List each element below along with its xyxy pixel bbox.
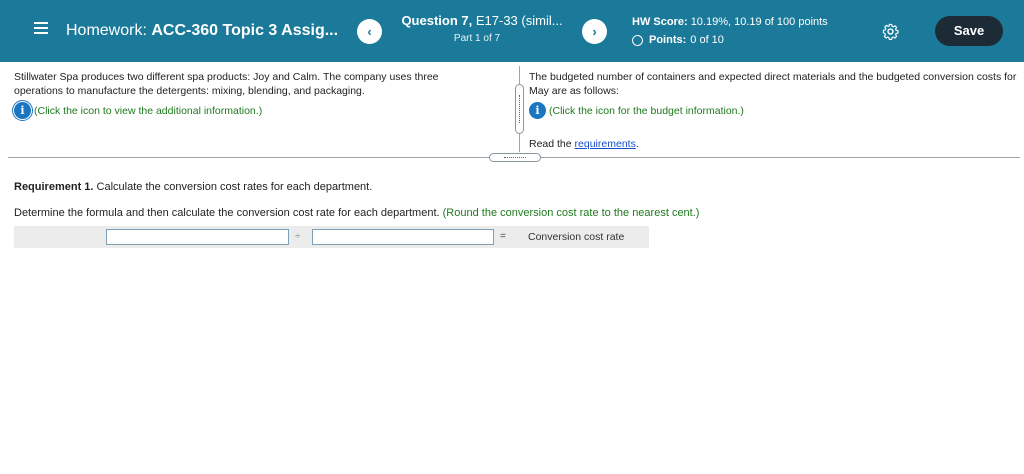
- points-status-icon: [632, 34, 643, 46]
- info-icon[interactable]: i: [12, 100, 33, 121]
- formula-denominator-input[interactable]: [312, 229, 494, 245]
- budget-info-link[interactable]: (Click the icon for the budget informati…: [549, 104, 744, 118]
- homework-name: ACC-360 Topic 3 Assig...: [151, 22, 339, 39]
- requirement-heading: Requirement 1. Calculate the conversion …: [14, 181, 372, 193]
- budget-description: The budgeted number of containers and ex…: [529, 70, 1017, 151]
- budget-info-line: i (Click the icon for the budget informa…: [529, 102, 1017, 119]
- question-name: E17-33 (simil...: [475, 13, 563, 28]
- horizontal-resize-handle[interactable]: [489, 153, 541, 162]
- top-bar: Homework: ACC-360 Topic 3 Assig... ‹ Que…: [0, 0, 1024, 62]
- previous-question-button[interactable]: ‹: [357, 19, 382, 44]
- question-title: Question 7, E17-33 (simil...: [390, 13, 574, 28]
- gear-icon[interactable]: [882, 23, 899, 40]
- homework-prefix: Homework:: [66, 22, 147, 39]
- question-number: Question 7,: [401, 13, 473, 28]
- read-suffix: .: [635, 138, 639, 150]
- additional-info-link[interactable]: (Click the icon to view the additional i…: [34, 104, 262, 118]
- equals-operator: =: [500, 231, 506, 242]
- hw-score: HW Score: 10.19%, 10.19 of 100 points: [632, 16, 828, 28]
- requirements-link[interactable]: requirements: [575, 138, 636, 150]
- read-requirements: Read the requirements.: [529, 137, 1017, 151]
- requirement-text: Calculate the conversion cost rates for …: [96, 181, 373, 193]
- info-icon[interactable]: i: [529, 102, 546, 119]
- formula-numerator-input[interactable]: [106, 229, 289, 245]
- points: Points: 0 of 10: [632, 34, 724, 46]
- instruction-text: Determine the formula and then calculate…: [14, 207, 440, 219]
- save-button[interactable]: Save: [935, 16, 1003, 46]
- vertical-resize-handle[interactable]: [515, 84, 524, 134]
- hamburger-menu-icon[interactable]: [34, 22, 48, 36]
- hw-score-label: HW Score:: [632, 16, 688, 28]
- problem-description: Stillwater Spa produces two different sp…: [12, 70, 490, 121]
- homework-title: Homework: ACC-360 Topic 3 Assig...: [66, 22, 338, 40]
- requirement-label: Requirement 1.: [14, 181, 94, 193]
- additional-info-line: i (Click the icon to view the additional…: [12, 100, 490, 121]
- read-prefix: Read the: [529, 138, 572, 150]
- instruction: Determine the formula and then calculate…: [14, 207, 699, 219]
- rounding-hint: (Round the conversion cost rate to the n…: [442, 207, 700, 219]
- conversion-cost-rate-label: Conversion cost rate: [528, 231, 625, 243]
- next-question-button[interactable]: ›: [582, 19, 607, 44]
- formula-row: ÷ = Conversion cost rate: [14, 226, 649, 248]
- points-value: 0 of 10: [690, 34, 724, 46]
- divide-operator: ÷: [295, 231, 301, 242]
- budget-text: The budgeted number of containers and ex…: [529, 71, 1017, 97]
- problem-text: Stillwater Spa produces two different sp…: [14, 71, 439, 97]
- hw-score-value: 10.19%, 10.19 of 100 points: [690, 16, 828, 28]
- points-label: Points:: [649, 34, 687, 46]
- question-part: Part 1 of 7: [453, 33, 501, 44]
